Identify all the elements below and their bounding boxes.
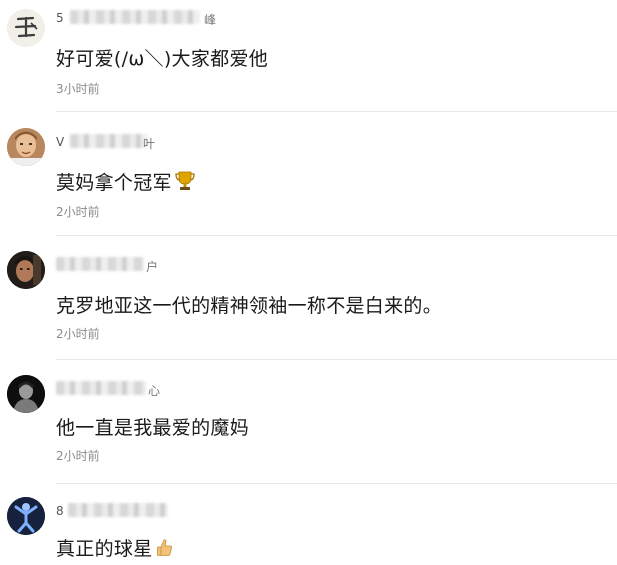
username-redacted: [68, 503, 168, 517]
username-visible-start: 8: [56, 504, 64, 518]
comment-item: 户 克罗地亚这一代的精神领袖一称不是白来的。 2小时前: [0, 236, 617, 360]
username-redacted: [70, 10, 200, 24]
comment-text: 克罗地亚这一代的精神领袖一称不是白来的。: [56, 295, 443, 317]
comment-time: 2小时前: [56, 205, 100, 219]
username-visible-start: 5: [56, 11, 64, 25]
comment-text: 真正的球星: [56, 534, 175, 563]
comment-time: 2小时前: [56, 327, 100, 341]
username[interactable]: 5 峰: [56, 8, 217, 27]
comment-item: 心 他一直是我最爱的魔妈 2小时前: [0, 360, 617, 484]
avatar[interactable]: [7, 128, 45, 166]
username[interactable]: V 叶: [56, 132, 216, 151]
username-visible-end: 心: [148, 384, 161, 398]
comment-time: 2小时前: [56, 449, 100, 463]
username-visible-end: 叶: [143, 137, 156, 151]
comment-text: 好可爱(/ω＼)大家都爱他: [56, 48, 269, 70]
username-redacted: [70, 134, 148, 148]
dark-photo-avatar-icon: [7, 251, 45, 289]
username[interactable]: 8: [56, 501, 216, 519]
blue-figure-avatar-icon: [7, 497, 45, 535]
avatar[interactable]: [7, 9, 45, 47]
comment-text: 他一直是我最爱的魔妈: [56, 417, 250, 439]
comment-text-content: 莫妈拿个冠军: [56, 172, 172, 194]
handwritten-character-avatar-icon: [7, 9, 45, 47]
comment-item: 8 真正的球星: [0, 484, 617, 565]
avatar[interactable]: [7, 251, 45, 289]
comment-text-content: 真正的球星: [56, 538, 153, 560]
comment-item: V 叶 莫妈拿个冠军 2小时前: [0, 112, 617, 236]
bw-portrait-avatar-icon: [7, 375, 45, 413]
comment-time: 3小时前: [56, 82, 100, 96]
avatar[interactable]: [7, 497, 45, 535]
username-visible-end: 户: [146, 260, 159, 274]
username-visible-start: V: [56, 135, 65, 149]
comment-text: 莫妈拿个冠军: [56, 168, 196, 197]
username-redacted: [56, 257, 144, 271]
thumbs-up-icon: [155, 538, 175, 563]
comment-item: 5 峰 好可爱(/ω＼)大家都爱他 3小时前: [0, 0, 617, 112]
username-visible-end: 峰: [204, 13, 217, 27]
trophy-icon: [174, 170, 196, 197]
username-redacted: [56, 381, 146, 395]
avatar[interactable]: [7, 375, 45, 413]
username[interactable]: 心: [56, 379, 216, 398]
player-photo-avatar-icon: [7, 128, 45, 166]
username[interactable]: 户: [56, 255, 216, 274]
